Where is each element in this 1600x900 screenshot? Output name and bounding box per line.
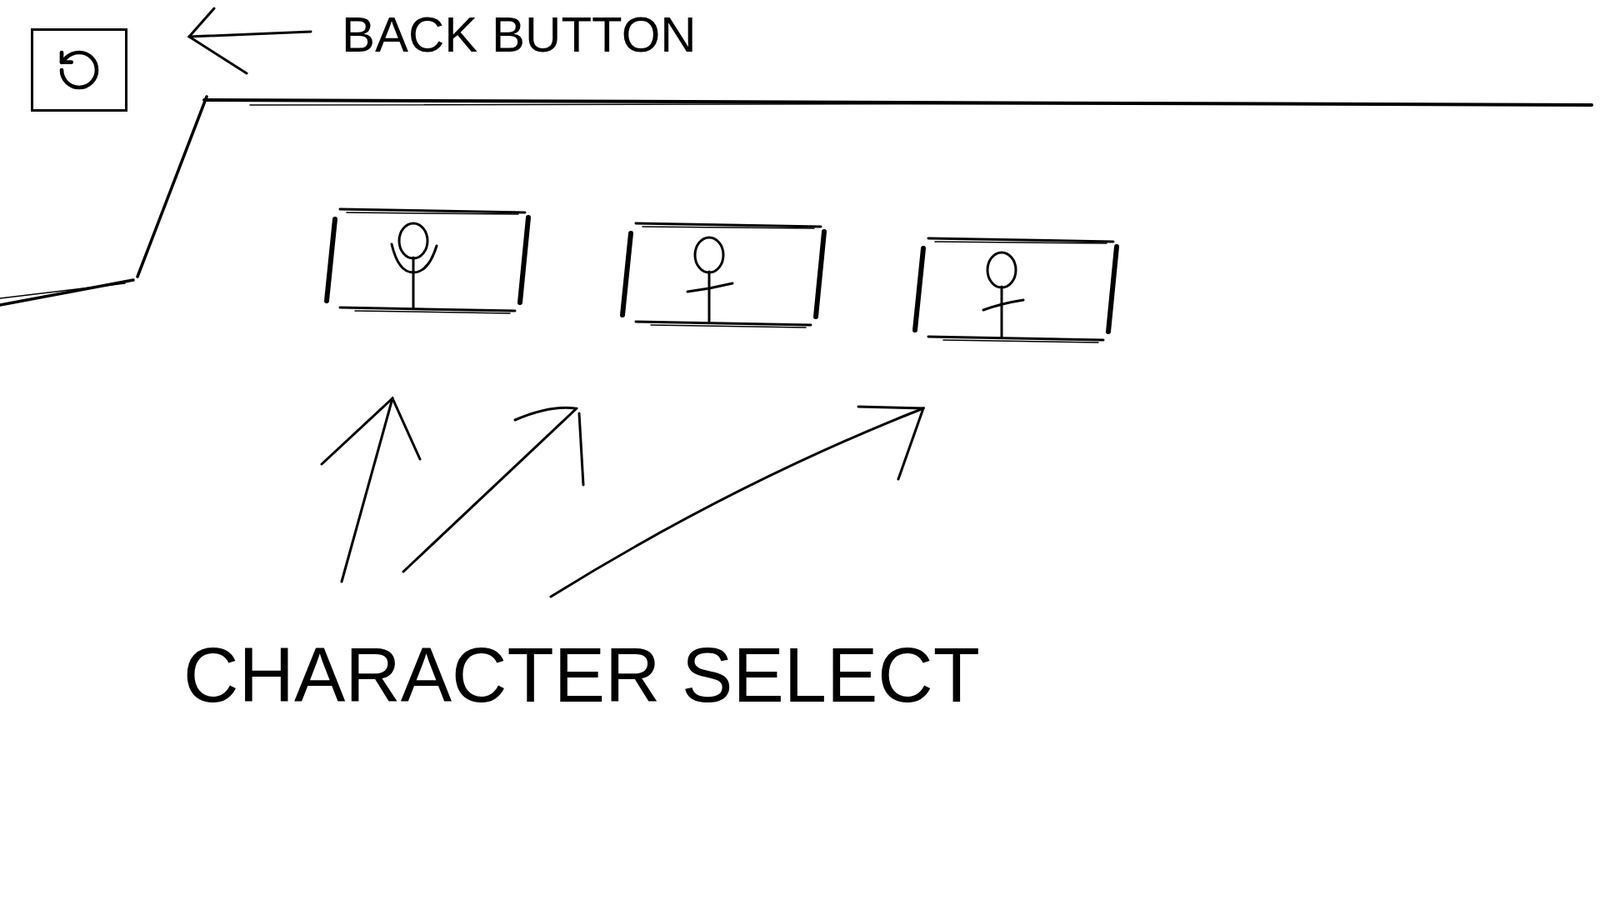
character-card[interactable] bbox=[617, 218, 828, 332]
character-card[interactable] bbox=[321, 204, 532, 318]
stick-figure-icon bbox=[321, 204, 532, 318]
back-arrow-icon bbox=[55, 46, 103, 94]
back-button-label: BACK BUTTON bbox=[341, 5, 697, 65]
character-select-label: CHARACTER SELECT bbox=[183, 629, 980, 721]
back-button[interactable] bbox=[30, 28, 128, 112]
sketch-canvas: BACK BUTTON CHARACTER SELECT bbox=[0, 0, 1600, 900]
stick-figure-icon bbox=[910, 233, 1120, 347]
sketch-lines-icon bbox=[0, 0, 1600, 900]
stick-figure-icon bbox=[617, 218, 828, 332]
character-card[interactable] bbox=[910, 233, 1120, 347]
